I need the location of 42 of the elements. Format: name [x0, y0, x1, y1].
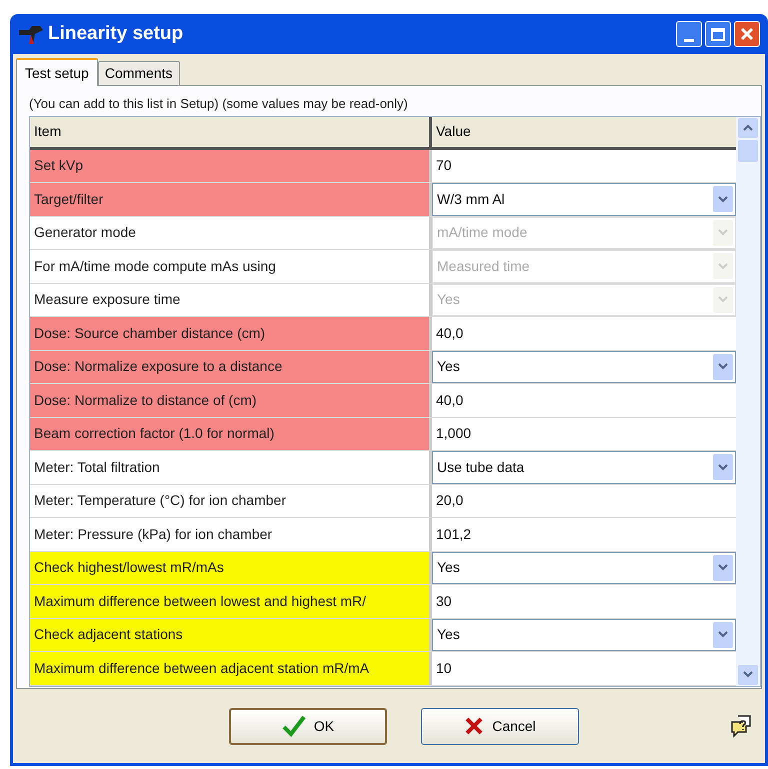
checkmark-icon — [282, 715, 306, 737]
caret-icon[interactable] — [713, 554, 733, 581]
item-cell: Set kVp — [30, 150, 432, 182]
dropdown[interactable]: Yes — [432, 618, 736, 651]
item-cell: Check highest/lowest mR/mAs — [30, 552, 432, 584]
ok-button[interactable]: OK — [229, 708, 387, 744]
info-text: (You can add to this list in Setup) (some values may be read-only) — [29, 95, 409, 113]
scroll-thumb[interactable] — [738, 140, 758, 162]
dropdown[interactable]: Yes — [432, 552, 736, 584]
caret-icon[interactable] — [713, 454, 733, 480]
caret-icon — [743, 671, 753, 678]
item-cell: Check adjacent stations — [30, 618, 432, 651]
dropdown[interactable]: Yes — [432, 350, 736, 383]
caret-icon[interactable] — [713, 186, 733, 212]
item-cell: Dose: Normalize exposure to a distance — [30, 350, 432, 383]
minimize-button[interactable] — [676, 21, 702, 47]
item-cell: Dose: Normalize to distance of (cm) — [30, 384, 432, 416]
item-cell: Maximum difference between lowest and highest mR/ — [30, 585, 432, 618]
caret-icon — [743, 124, 753, 131]
cross-icon — [464, 716, 484, 736]
scrollbar[interactable] — [736, 116, 760, 686]
window-title: Linearity setup — [48, 22, 184, 46]
item-cell: Dose: Source chamber distance (cm) — [30, 317, 432, 350]
tab[interactable]: Comments — [98, 61, 180, 85]
dropdown[interactable]: W/3 mm Al — [432, 183, 736, 216]
cancel-button[interactable]: Cancel — [421, 708, 579, 744]
caret-icon[interactable] — [713, 354, 733, 380]
scroll-up-button[interactable] — [738, 118, 758, 138]
item-cell: Target/filter — [30, 183, 432, 216]
close-icon — [740, 27, 754, 41]
dropdown[interactable]: Use tube data — [432, 451, 736, 484]
column-header[interactable]: Item — [30, 116, 432, 146]
tab[interactable]: Test setup — [16, 58, 98, 86]
item-cell: Beam correction factor (1.0 for normal) — [30, 418, 432, 450]
close-button[interactable] — [734, 21, 760, 47]
maximize-button[interactable] — [705, 21, 731, 47]
scroll-down-button[interactable] — [738, 664, 758, 684]
column-header[interactable]: Value — [432, 116, 736, 146]
caret-icon[interactable] — [713, 622, 733, 648]
app-icon — [18, 23, 44, 45]
help-icon[interactable] — [729, 714, 753, 738]
item-cell: Maximum difference between adjacent station mR/mA — [30, 652, 432, 684]
